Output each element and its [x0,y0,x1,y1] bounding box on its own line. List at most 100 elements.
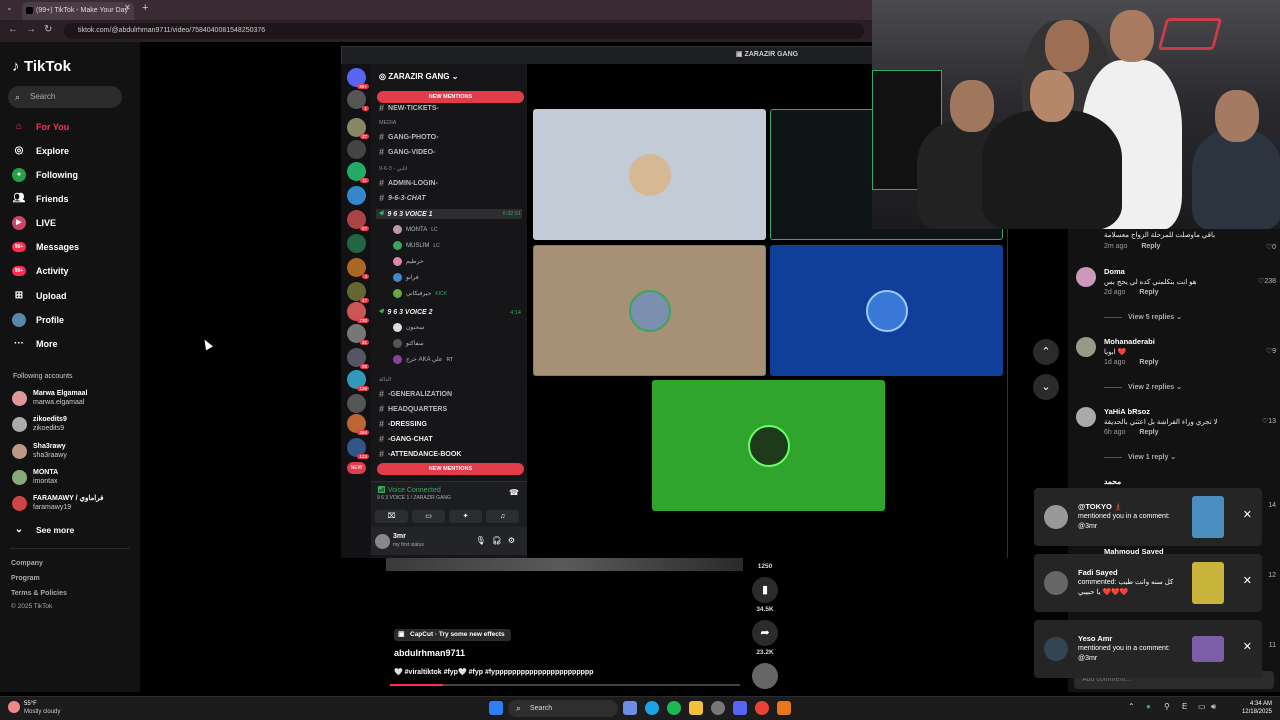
clock[interactable]: 4:34 AM 12/18/2025 [1242,700,1272,716]
avatar[interactable] [1076,337,1096,357]
voice-user[interactable]: جيرفيكاني KICK [393,289,447,298]
server-icon[interactable] [347,234,366,253]
server-icon[interactable]: 31 [347,324,369,345]
channel-category[interactable]: MEDIA [379,120,396,126]
participant-tile[interactable] [533,109,766,240]
channel-item[interactable]: # -ATTENDANCE-BOOK [379,449,461,459]
start-windows-icon[interactable] [489,701,503,715]
comment-author[interactable]: Doma [1104,267,1125,276]
voice-user[interactable]: MUSLIM LC [393,241,440,250]
channel-item[interactable]: # GANG-VIDEO- [379,147,435,157]
footer-link-terms[interactable]: Terms & Policies [11,590,67,597]
close-tab-icon[interactable]: ✕ [124,3,131,12]
voice-user[interactable]: فرانو [393,273,419,282]
channel-item[interactable]: #9-6-3-CHAT [379,193,426,203]
server-icon[interactable]: 123 [347,438,369,459]
nav-live[interactable]: ▶ LIVE [12,213,56,233]
server-icon[interactable]: 264 [347,414,369,435]
footer-link-program[interactable]: Program [11,575,40,582]
server-icon[interactable]: 136 [347,370,369,391]
server-icon[interactable]: 1 [347,90,369,111]
server-icon[interactable] [347,140,366,159]
channel-category[interactable]: 9-6-3 - انابي [379,166,408,172]
settings-gear-icon[interactable]: ⚙ [508,536,521,545]
view-replies-button[interactable]: View 1 reply ⌄ [1104,453,1176,461]
notification-toast[interactable]: Yeso Amr mentioned you in a comment: @3mr… [1034,620,1262,678]
nav-messages[interactable]: 99+ Messages [12,237,79,257]
voice-channel-item[interactable]: 🔊︎ 9 6 3 VOICE 1 [376,209,522,219]
tray-usb-icon[interactable]: ⚲ [1164,702,1170,711]
server-icon[interactable]: 730 [347,302,369,323]
channel-item[interactable]: # -DRESSING [379,419,427,429]
search-input[interactable]: ⌕ Search [8,86,122,108]
tray-chevron-icon[interactable]: ⌃ [1128,702,1135,711]
reload-icon[interactable]: ↻ [44,24,52,35]
following-account[interactable]: Sha3rawy sha3raawy [12,440,67,462]
video-author[interactable]: abdulrhman9711 [394,648,465,658]
language-icon[interactable]: E [1182,702,1187,711]
nav-upload[interactable]: ⊞ Upload [12,286,67,306]
server-icon[interactable]: 27 [347,118,369,139]
tab-list-chevron-icon[interactable]: ⌄ [6,3,13,12]
screen-share-button[interactable]: ▭ [412,510,445,523]
server-icon[interactable] [347,394,366,413]
like-button[interactable]: ♡238 [1258,277,1276,285]
participant-tile[interactable] [652,380,885,511]
comment-author[interactable]: YaHiA bRsoz [1104,407,1150,416]
server-icon[interactable]: 11 [347,162,369,183]
edge-icon[interactable] [645,701,659,715]
channel-item[interactable]: # HEADQUARTERS [379,404,447,414]
like-button[interactable]: ♡13 [1262,417,1276,425]
disconnect-icon[interactable]: ☎ [509,488,519,497]
new-mentions-pill[interactable]: NEW MENTIONS [377,463,524,475]
channel-item[interactable]: # NEW-TICKETS- [379,103,439,113]
like-button[interactable]: ♡9 [1266,347,1276,355]
channel-item[interactable]: # -GANG-CHAT [379,434,433,444]
footer-link-company[interactable]: Company [11,560,43,567]
volume-icon[interactable]: 🔊︎ [1211,702,1216,712]
music-disc[interactable] [752,663,778,689]
avatar[interactable] [1076,407,1096,427]
camera-button[interactable]: ⌧ [375,510,408,523]
server-icon[interactable]: 26 [347,348,369,369]
taskbar-search[interactable]: Search [508,700,618,717]
reply-button[interactable]: Reply [1139,359,1158,366]
voice-user[interactable]: خرطيم [393,257,424,266]
task-view-icon[interactable] [623,701,637,715]
voice-user[interactable]: خرج AKA علي RT [393,355,453,364]
following-account[interactable]: Marwa Elgamaal marwa.elgamaal [12,387,87,409]
nav-more[interactable]: ··· More [12,334,58,354]
avatar[interactable] [1076,267,1096,287]
voice-user[interactable]: سحنون [393,323,424,332]
capcut-tag[interactable]: CapCut · Try some new effects [394,629,511,641]
tiktok-logo[interactable]: ♪ TikTok [12,58,71,75]
nav-for-you[interactable]: ⌂ For You [12,117,69,137]
server-icon[interactable]: 27 [347,210,369,231]
next-video-button[interactable]: ⌄ [1033,374,1059,400]
following-account[interactable]: MONTA imontax [12,466,58,488]
voice-user[interactable]: MONTA LC [393,225,438,234]
headphones-icon[interactable]: 🎧︎ [492,536,508,545]
server-icon[interactable] [347,186,366,205]
reply-button[interactable]: Reply [1141,243,1160,250]
new-server-badge[interactable]: NEW [347,462,366,474]
spotify-icon[interactable] [667,701,681,715]
server-icon[interactable]: 47 [347,282,369,303]
following-account[interactable]: zikoedits9 zikoedits9 [12,413,67,435]
soundboard-button[interactable]: ♫ [486,510,519,523]
nav-explore[interactable]: ◎ Explore [12,141,69,161]
voice-user[interactable]: سفاكتو [393,339,424,348]
view-replies-button[interactable]: View 2 replies ⌄ [1104,383,1182,391]
channel-category[interactable]: الدالة [379,377,391,383]
notification-toast[interactable]: Fadi Sayed commented: كل سنه وانت طيب يا … [1034,554,1262,612]
close-icon[interactable]: ✕ [1243,640,1252,653]
forward-icon[interactable]: → [26,24,36,35]
nav-friends[interactable]: 👥︎ Friends [12,189,69,209]
weather-widget[interactable]: 55°F Mostly cloudy [8,700,60,716]
new-tab-icon[interactable]: + [142,2,148,14]
nav-activity[interactable]: 99+ Activity [12,261,69,281]
channel-item[interactable]: # -GENERALIZATION [379,389,452,399]
close-icon[interactable]: ✕ [1243,574,1252,587]
back-icon[interactable]: ← [8,24,18,35]
following-account[interactable]: FARAMAWY / فراماوي faramawy19 [12,492,103,514]
